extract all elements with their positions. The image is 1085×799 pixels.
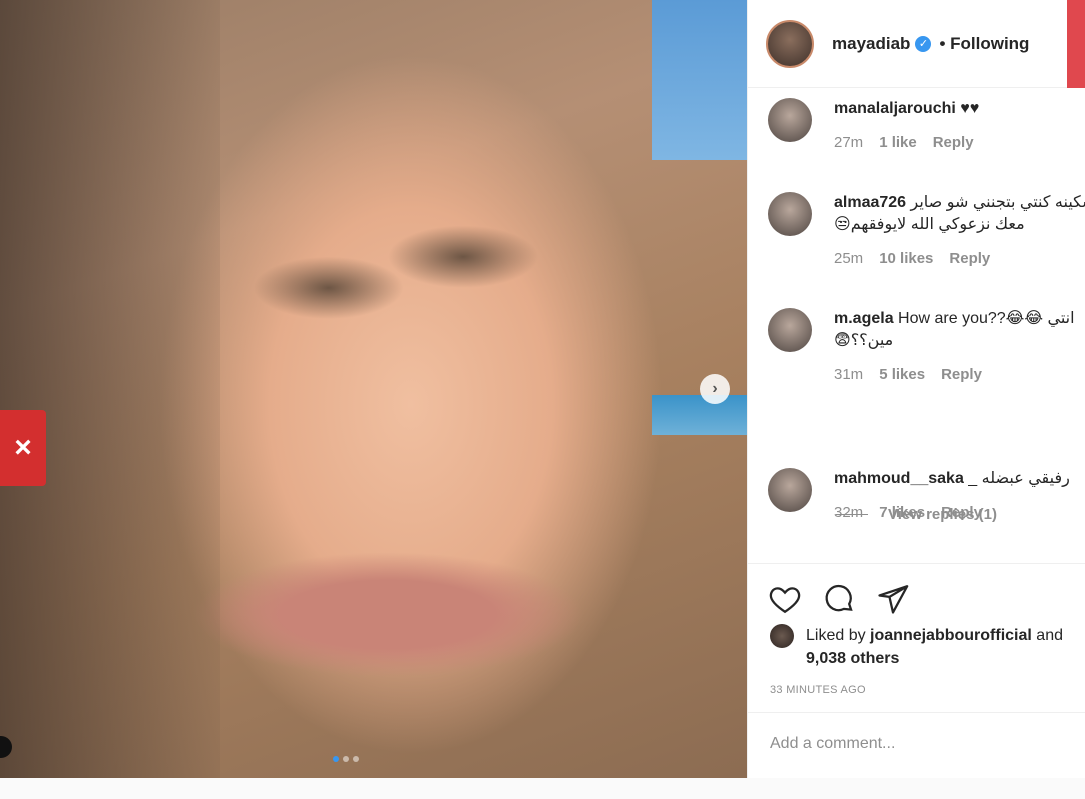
comments-list: manalaljarouchi ♥♥ 27m 1 like Reply alma… (748, 88, 1085, 563)
chevron-right-icon[interactable]: › (700, 374, 730, 404)
post-photo[interactable]: › (0, 0, 747, 778)
liked-by: Liked by joannejabbourofficial and 9,038… (770, 624, 1085, 670)
comment-bubble-icon[interactable] (822, 582, 856, 616)
follow-status[interactable]: • Following (939, 34, 1029, 54)
comment-text: _ رفيقي عبضله (968, 470, 1070, 487)
list-item: manalaljarouchi ♥♥ 27m 1 like Reply (768, 98, 1085, 151)
likes-count[interactable]: 9,038 others (806, 650, 899, 667)
comment-username[interactable]: manalaljarouchi (834, 100, 956, 117)
comment-text-line2: 😨مين؟؟ (834, 332, 894, 349)
close-icon[interactable]: × (0, 410, 46, 486)
comment-time[interactable]: 32m (834, 504, 863, 521)
comment-likes[interactable]: 1 like (879, 134, 917, 151)
author-username[interactable]: mayadiab (832, 34, 910, 54)
comment-time[interactable]: 25m (834, 250, 863, 267)
carousel-dot (343, 756, 349, 762)
liked-by-prefix: Liked by (806, 627, 871, 644)
comment-time[interactable]: 27m (834, 134, 863, 151)
avatar[interactable] (768, 308, 812, 352)
post-actions: Liked by joannejabbourofficial and 9,038… (748, 563, 1085, 713)
edge-strip (1067, 0, 1085, 88)
comment-username[interactable]: almaa726 (834, 194, 906, 211)
send-icon[interactable] (876, 582, 910, 616)
following-label: Following (950, 33, 1030, 53)
comment-text-line2: 😒معك نزعوكي الله لايوفقهم (834, 216, 1025, 233)
post-timestamp[interactable]: 33 MINUTES AGO (770, 684, 866, 696)
carousel-dot (333, 756, 339, 762)
reply-button[interactable]: Reply (941, 504, 982, 521)
avatar[interactable] (768, 192, 812, 236)
sea-background (652, 395, 747, 435)
list-item: almaa726 سكينه كنتي بتجنني شو صاير 😒معك … (768, 192, 1085, 267)
comment-username[interactable]: m.agela (834, 310, 894, 327)
carousel-dot (353, 756, 359, 762)
verified-check-icon: ✓ (915, 35, 932, 52)
carousel-dots (333, 756, 359, 762)
reply-button[interactable]: Reply (949, 250, 990, 267)
comment-likes[interactable]: 5 likes (879, 366, 925, 383)
comment-username[interactable]: mahmoud__saka (834, 470, 964, 487)
comment-text: How are you??😂😂 انتي (898, 310, 1075, 327)
comment-likes[interactable]: 7 likes (879, 504, 925, 521)
comment-input[interactable]: Add a comment... (770, 735, 895, 753)
hair-shadow (0, 0, 220, 778)
post-header: mayadiab ✓ • Following (748, 0, 1085, 88)
comment-text: ♥♥ (960, 100, 980, 117)
comment-time[interactable]: 31m (834, 366, 863, 383)
heart-icon[interactable] (768, 582, 802, 616)
liked-by-user[interactable]: joannejabbourofficial (870, 627, 1032, 644)
sky-background (652, 0, 747, 160)
comment-likes[interactable]: 10 likes (879, 250, 933, 267)
avatar[interactable] (766, 19, 814, 68)
reply-button[interactable]: Reply (941, 366, 982, 383)
list-item: mahmoud__saka _ رفيقي عبضله 32m 7 likes … (768, 468, 1085, 521)
list-item: m.agela How are you??😂😂 انتي 😨مين؟؟ 31m … (768, 308, 1085, 383)
separator: • (939, 33, 946, 53)
avatar[interactable] (768, 468, 812, 512)
avatar[interactable] (768, 98, 812, 142)
avatar[interactable] (770, 624, 794, 648)
reply-button[interactable]: Reply (933, 134, 974, 151)
liked-by-suffix: and (1031, 627, 1063, 644)
comment-text: سكينه كنتي بتجنني شو صاير (910, 194, 1085, 211)
post-side-panel: mayadiab ✓ • Following manalaljarouchi ♥… (747, 0, 1085, 778)
